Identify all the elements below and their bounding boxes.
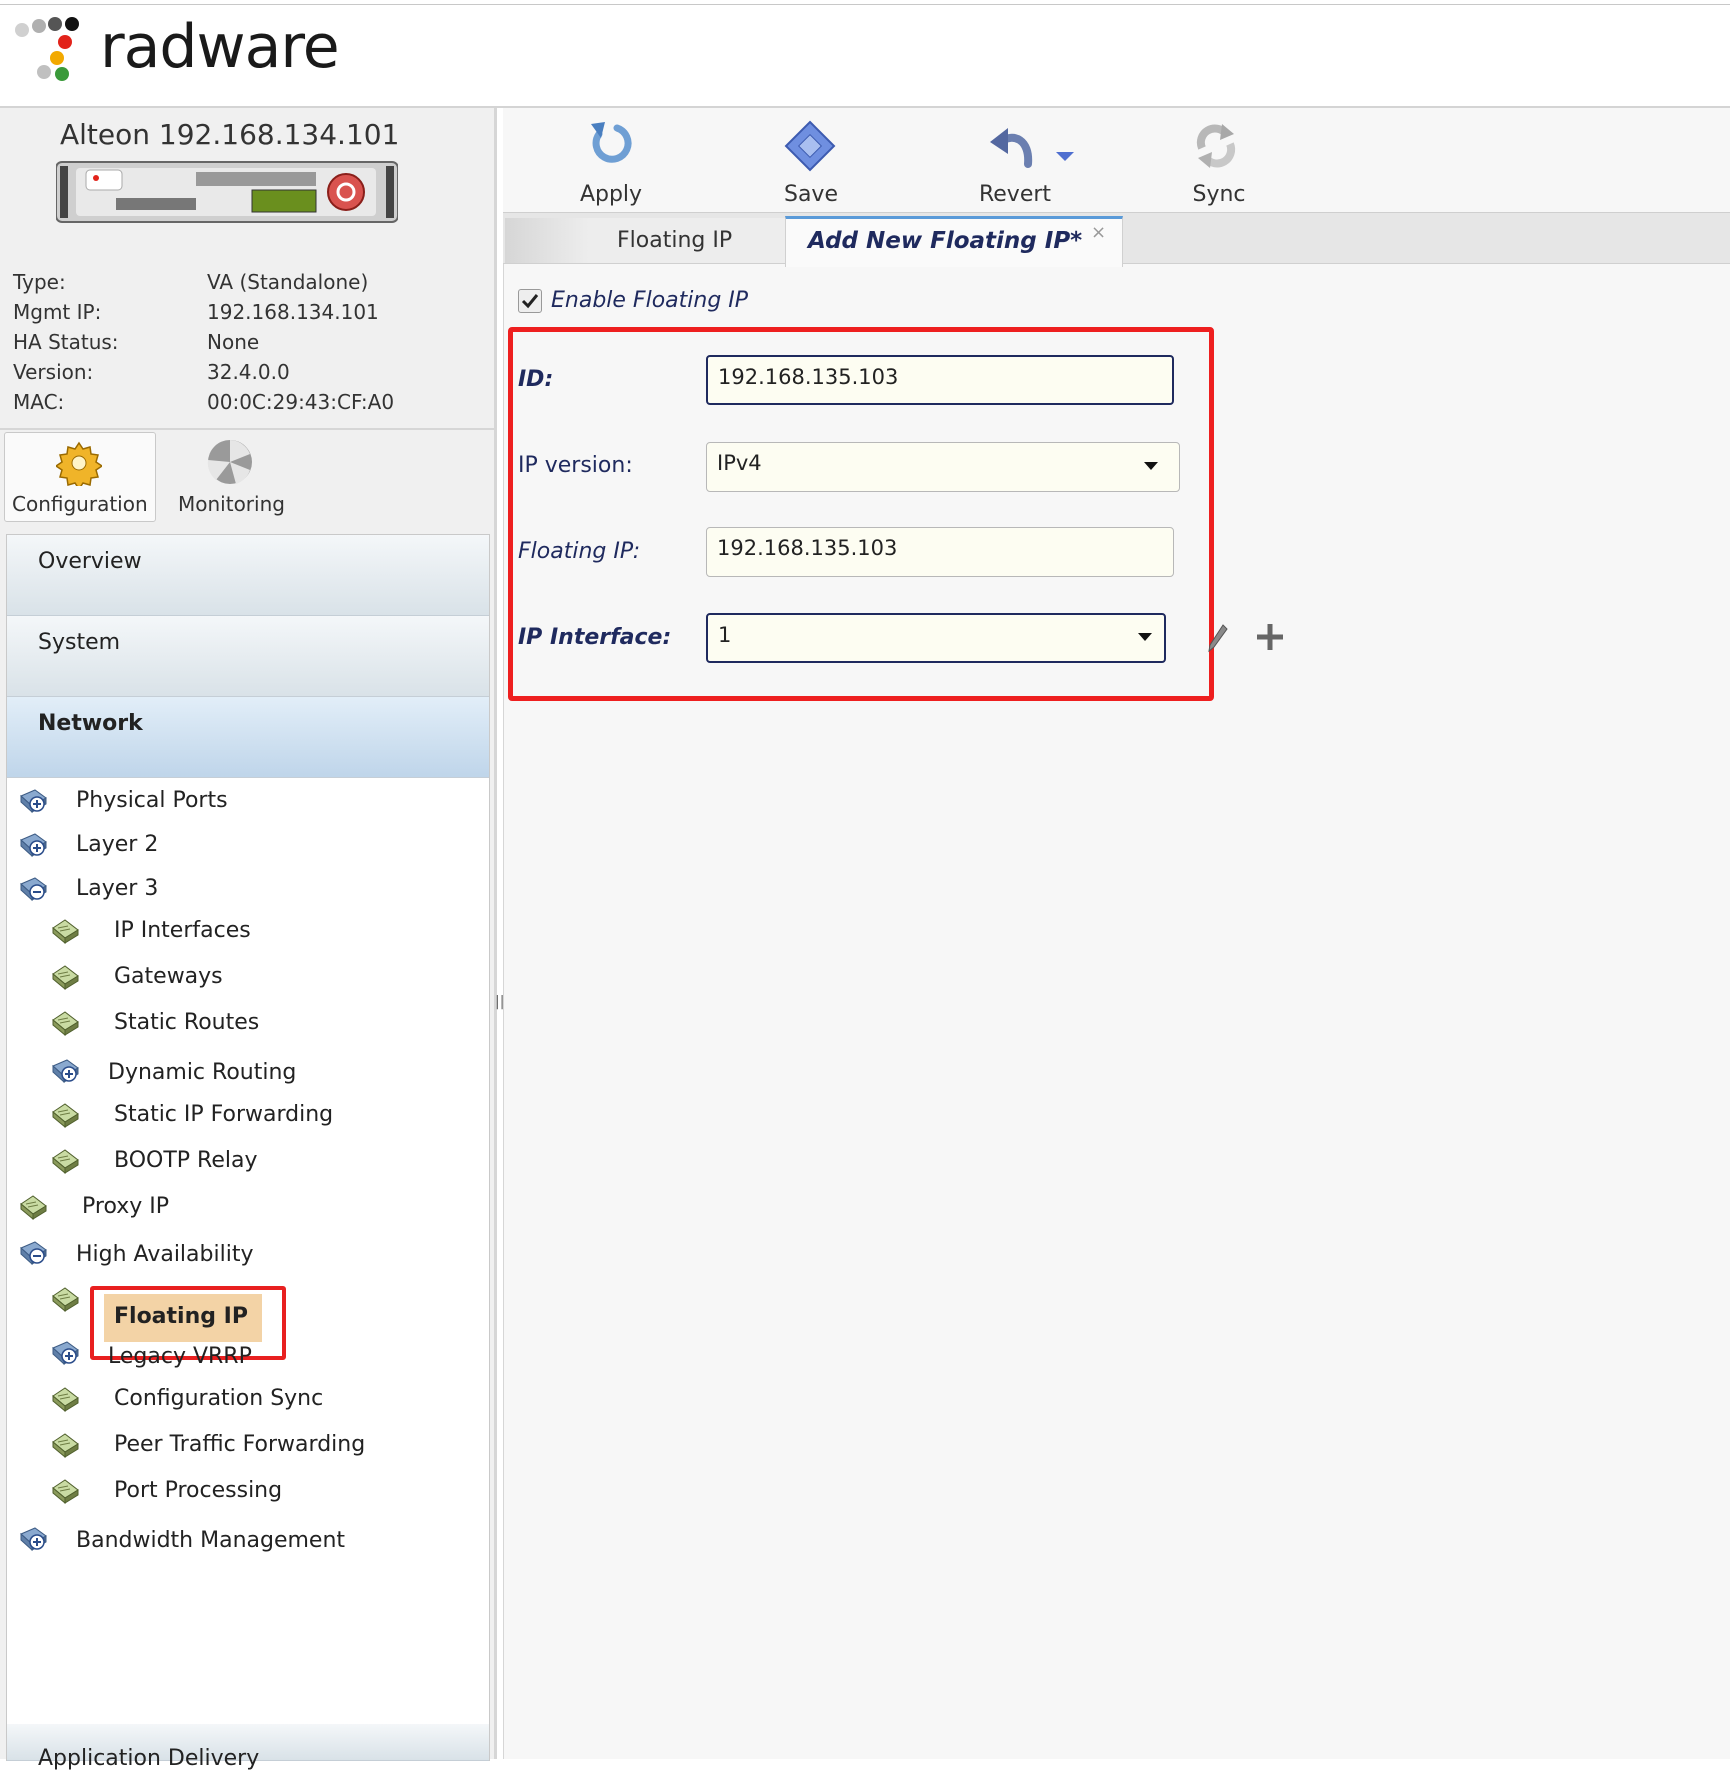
id-label: ID: [518,367,554,392]
leaf-node-icon [18,1194,48,1220]
ip-interface-label: IP Interface: [518,625,672,650]
floating-ip-input[interactable]: 192.168.135.103 [706,527,1174,577]
revert-icon[interactable] [986,120,1046,176]
section-overview[interactable]: Overview [7,535,489,616]
chevron-down-icon[interactable] [1138,633,1152,641]
nav-item-port-processing[interactable]: Port Processing [114,1478,282,1503]
nav-item-configuration-sync[interactable]: Configuration Sync [114,1386,323,1411]
section-system-label: System [38,630,121,655]
tab-monitoring-label[interactable]: Monitoring [178,492,285,516]
chevron-down-icon[interactable] [1144,462,1158,470]
leaf-node-icon [50,918,80,944]
nav-item-dynamic-routing[interactable]: Dynamic Routing [108,1060,296,1085]
brand-name: radware [100,12,340,82]
tab-configuration-label: Configuration [12,492,148,516]
section-overview-label: Overview [38,549,142,574]
nav-item-layer-2[interactable]: Layer 2 [76,832,158,857]
mgmt-ip-label: Mgmt IP: [13,300,102,324]
floating-ip-label: Floating IP: [518,539,641,564]
expand-plus-icon[interactable] [50,1340,80,1366]
leaf-node-icon [50,1286,80,1312]
id-input[interactable]: 192.168.135.103 [706,355,1174,405]
leaf-node-icon [50,1148,80,1174]
apply-button[interactable]: Apply [541,182,681,207]
ip-version-value: IPv4 [717,451,762,475]
leaf-node-icon [50,1010,80,1036]
nav-item-static-ip-forwarding[interactable]: Static IP Forwarding [114,1102,333,1127]
revert-dropdown-chevron-icon[interactable] [1054,150,1076,164]
nav-item-physical-ports[interactable]: Physical Ports [76,788,228,813]
ha-status-value: None [207,330,260,354]
leaf-node-icon [50,1102,80,1128]
nav-item-bootp-relay[interactable]: BOOTP Relay [114,1148,257,1173]
mac-label: MAC: [13,390,65,414]
checkmark-icon [521,294,539,309]
section-network[interactable]: Network [7,697,489,778]
ha-status-label: HA Status: [13,330,119,354]
enable-floating-ip-label[interactable]: Enable Floating IP [551,288,748,313]
panel-divider [0,428,494,430]
leaf-node-icon [50,1478,80,1504]
nav-item-ip-interfaces[interactable]: IP Interfaces [114,918,251,943]
nav-item-layer-3[interactable]: Layer 3 [76,876,158,901]
gear-icon [56,441,102,486]
ip-version-select[interactable]: IPv4 [706,442,1180,492]
expand-plus-icon[interactable] [18,832,48,858]
expand-plus-icon[interactable] [50,1058,80,1084]
nav-item-static-routes[interactable]: Static Routes [114,1010,259,1035]
expand-plus-icon[interactable] [18,1526,48,1552]
section-system[interactable]: System [7,616,489,697]
nav-item-proxy-ip[interactable]: Proxy IP [82,1194,169,1219]
sync-button[interactable]: Sync [1149,182,1289,207]
collapse-minus-icon[interactable] [18,1240,48,1266]
plus-add-icon[interactable] [1254,621,1286,653]
toolbar [503,108,1730,213]
leaf-node-icon [50,1386,80,1412]
ip-interface-value: 1 [718,623,732,647]
top-border [0,4,1730,5]
version-value: 32.4.0.0 [207,360,290,384]
appliance-image-icon [56,161,398,223]
tab-floating-ip-label[interactable]: Floating IP [617,228,732,253]
monitoring-icon[interactable] [206,438,254,486]
nav-item-bandwidth-management[interactable]: Bandwidth Management [76,1528,345,1553]
leaf-node-icon [50,1432,80,1458]
tab-add-new-floating-ip-label[interactable]: Add New Floating IP* [808,228,1082,254]
sync-icon[interactable] [1186,118,1246,174]
collapse-minus-icon[interactable] [18,876,48,902]
leaf-node-icon [50,964,80,990]
nav-item-peer-traffic-forwarding[interactable]: Peer Traffic Forwarding [114,1432,365,1457]
pencil-edit-icon[interactable] [1207,623,1229,653]
version-label: Version: [13,360,94,384]
section-application-delivery[interactable]: Application Delivery [7,1724,489,1771]
ip-interface-select[interactable]: 1 [706,613,1166,663]
nav-item-legacy-vrrp[interactable]: Legacy VRRP [108,1344,252,1369]
mac-value: 00:0C:29:43:CF:A0 [207,390,395,414]
tab-close-icon[interactable]: × [1091,222,1106,243]
nav-item-gateways[interactable]: Gateways [114,964,223,989]
mgmt-ip-value: 192.168.134.101 [207,300,379,324]
expand-plus-icon[interactable] [18,788,48,814]
enable-floating-ip-checkbox[interactable] [518,289,542,313]
nav-item-high-availability[interactable]: High Availability [76,1242,253,1267]
type-label: Type: [13,270,66,294]
section-network-label: Network [38,711,143,736]
save-icon[interactable] [780,118,840,174]
nav-item-floating-ip[interactable]: Floating IP [114,1304,248,1329]
device-title: Alteon 192.168.134.101 [60,118,400,151]
apply-icon[interactable] [581,118,641,174]
revert-button[interactable]: Revert [945,182,1085,207]
save-button[interactable]: Save [741,182,881,207]
type-value: VA (Standalone) [207,270,369,294]
ip-version-label: IP version: [518,453,633,478]
